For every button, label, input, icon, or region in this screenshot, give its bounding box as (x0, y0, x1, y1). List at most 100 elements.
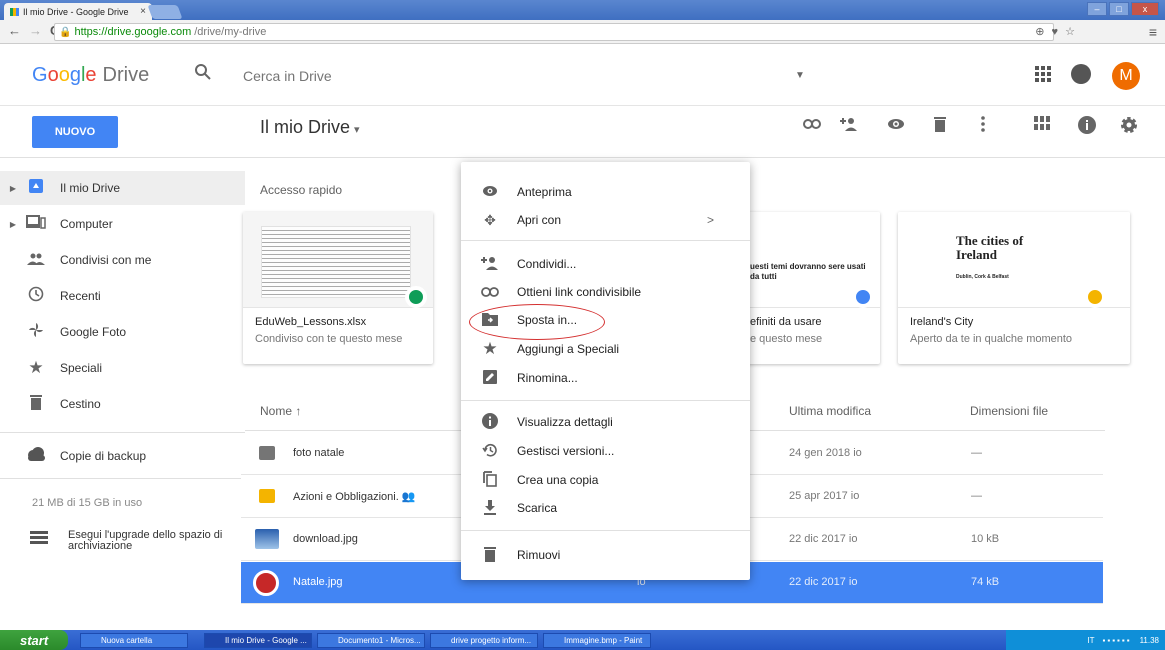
taskbar-button[interactable]: Nuova cartella (80, 633, 188, 648)
search-input[interactable]: Cerca in Drive (243, 68, 332, 84)
move-arrows-icon: ✥ (484, 211, 496, 228)
spreadsheet-preview (261, 226, 411, 298)
url-input[interactable]: 🔒 https://drive.google.com/drive/my-driv… (54, 23, 1054, 41)
chevron-down-icon: ▾ (354, 124, 360, 136)
eye-icon[interactable] (887, 116, 905, 137)
pinwheel-icon (22, 322, 50, 342)
people-icon (22, 252, 50, 269)
menu-item-add-starred[interactable]: ★ Aggiungi a Speciali (461, 335, 750, 363)
back-button[interactable]: ← (8, 23, 21, 38)
sidebar-item-backups[interactable]: Copie di backup (0, 439, 245, 473)
avatar[interactable]: M (1112, 62, 1140, 90)
language-indicator[interactable]: IT (1087, 636, 1094, 645)
link-icon[interactable] (803, 116, 821, 137)
chrome-menu-icon[interactable]: ≡ (1149, 24, 1157, 40)
history-icon (481, 442, 499, 461)
download-icon (481, 499, 499, 518)
expand-arrow-icon[interactable]: ▶ (0, 184, 16, 193)
sidebar-item-computer[interactable]: ▶ Computer (0, 207, 245, 241)
storage-usage: 21 MB di 15 GB in uso (32, 497, 143, 509)
upgrade-storage-link[interactable]: Esegui l'upgrade dello spazio di archivi… (30, 530, 238, 552)
new-tab-button[interactable] (147, 5, 183, 19)
menu-item-remove[interactable]: Rimuovi (461, 541, 750, 569)
menu-divider (461, 400, 750, 401)
breadcrumb[interactable]: Il mio Drive ▾ (260, 117, 360, 138)
menu-item-get-link[interactable]: Ottieni link condivisibile (461, 278, 750, 306)
sidebar-item-photos[interactable]: Google Foto (0, 315, 245, 349)
apps-grid-icon[interactable] (1035, 66, 1051, 87)
preview-title: The cities of Ireland (956, 233, 1024, 262)
page-title: Il mio Drive (260, 117, 351, 137)
search-options-icon[interactable]: ▼ (795, 70, 805, 81)
file-size: — (971, 490, 982, 502)
file-modified: 25 apr 2017 io (789, 490, 860, 502)
menu-item-label: Visualizza dettagli (517, 415, 613, 429)
menu-item-download[interactable]: Scarica (461, 494, 750, 522)
gear-icon[interactable] (1120, 116, 1138, 139)
search-icon[interactable] (194, 63, 212, 86)
browser-tab[interactable]: Il mio Drive - Google Drive × (4, 3, 152, 20)
menu-item-share[interactable]: Condividi... (461, 250, 750, 278)
file-modified: 24 gen 2018 io (789, 447, 862, 459)
tray-icons[interactable]: ▪▪▪▪▪▪ (1103, 636, 1132, 645)
expand-arrow-icon[interactable]: ▶ (0, 220, 16, 229)
pencil-icon (481, 369, 499, 387)
menu-item-open-with[interactable]: ✥ Apri con > (461, 206, 750, 234)
omnibox-action-icons[interactable]: ⊕ ♥ ☆ (1035, 25, 1077, 38)
tab-close-icon[interactable]: × (140, 6, 146, 17)
quick-access-card[interactable]: EduWeb_Lessons.xlsx Condiviso con te que… (243, 212, 433, 364)
image-thumbnail-icon (253, 570, 279, 596)
menu-item-label: Aggiungi a Speciali (517, 342, 620, 356)
grid-view-icon[interactable] (1034, 116, 1050, 135)
tab-title: Il mio Drive - Google Drive (23, 6, 129, 17)
close-window-button[interactable]: x (1131, 2, 1159, 16)
taskbar-button[interactable]: Il mio Drive - Google ... (204, 633, 312, 648)
menu-item-label: Gestisci versioni... (517, 444, 615, 458)
info-icon (481, 412, 499, 432)
column-modified-header[interactable]: Ultima modifica (789, 404, 871, 418)
taskbar-button[interactable]: Documento1 - Micros... (317, 633, 425, 648)
sidebar-item-starred[interactable]: ★ Speciali (0, 351, 245, 385)
menu-item-label: Rinomina... (517, 371, 578, 385)
menu-item-rename[interactable]: Rinomina... (461, 364, 750, 392)
forward-button[interactable]: → (29, 23, 42, 38)
more-vert-icon[interactable] (980, 116, 986, 137)
start-button[interactable]: start (0, 630, 68, 650)
quick-access-card[interactable]: The cities of Ireland Dublin, Cork & Belf… (898, 212, 1130, 364)
new-button[interactable]: NUOVO (32, 116, 118, 148)
quick-access-heading: Accesso rapido (260, 183, 343, 197)
sidebar-item-label: Condivisi con me (60, 253, 152, 267)
menu-item-versions[interactable]: Gestisci versioni... (461, 437, 750, 465)
file-name: download.jpg (293, 533, 358, 545)
add-person-icon[interactable] (840, 116, 858, 137)
sidebar-item-trash[interactable]: Cestino (0, 387, 245, 421)
sidebar-item-my-drive[interactable]: ▶ Il mio Drive (0, 171, 245, 205)
card-subtitle: e questo mese (750, 333, 823, 345)
trash-icon (481, 546, 499, 565)
docs-badge-icon (852, 286, 874, 308)
column-name-header[interactable]: Nome ↑ (260, 404, 301, 418)
file-name: foto natale (293, 447, 345, 459)
card-subtitle: Aperto da te in qualche momento (910, 333, 1073, 345)
trash-icon[interactable] (933, 116, 947, 137)
menu-item-label: Crea una copia (517, 473, 599, 487)
minimize-button[interactable]: – (1087, 2, 1107, 16)
taskbar-button[interactable]: drive progetto inform... (430, 633, 538, 648)
taskbar-button[interactable]: Immagine.bmp - Paint (543, 633, 651, 648)
system-tray: IT ▪▪▪▪▪▪ 11.38 (1006, 630, 1165, 650)
menu-item-copy[interactable]: Crea una copia (461, 466, 750, 494)
info-icon[interactable] (1078, 116, 1096, 139)
file-size: — (971, 447, 982, 459)
sidebar-item-label: Google Foto (60, 325, 127, 339)
logo-letter: e (85, 64, 97, 86)
sidebar-item-label: Computer (60, 217, 113, 231)
google-drive-logo[interactable]: Google Drive (32, 64, 149, 87)
sidebar-item-recent[interactable]: Recenti (0, 279, 245, 313)
sidebar-item-shared[interactable]: Condivisi con me (0, 243, 245, 277)
notifications-icon[interactable] (1071, 64, 1091, 84)
maximize-button[interactable]: □ (1109, 2, 1129, 16)
column-size-header[interactable]: Dimensioni file (970, 404, 1048, 418)
file-size: 74 kB (971, 576, 1000, 588)
menu-item-preview[interactable]: Anteprima (461, 178, 750, 206)
menu-item-details[interactable]: Visualizza dettagli (461, 408, 750, 436)
